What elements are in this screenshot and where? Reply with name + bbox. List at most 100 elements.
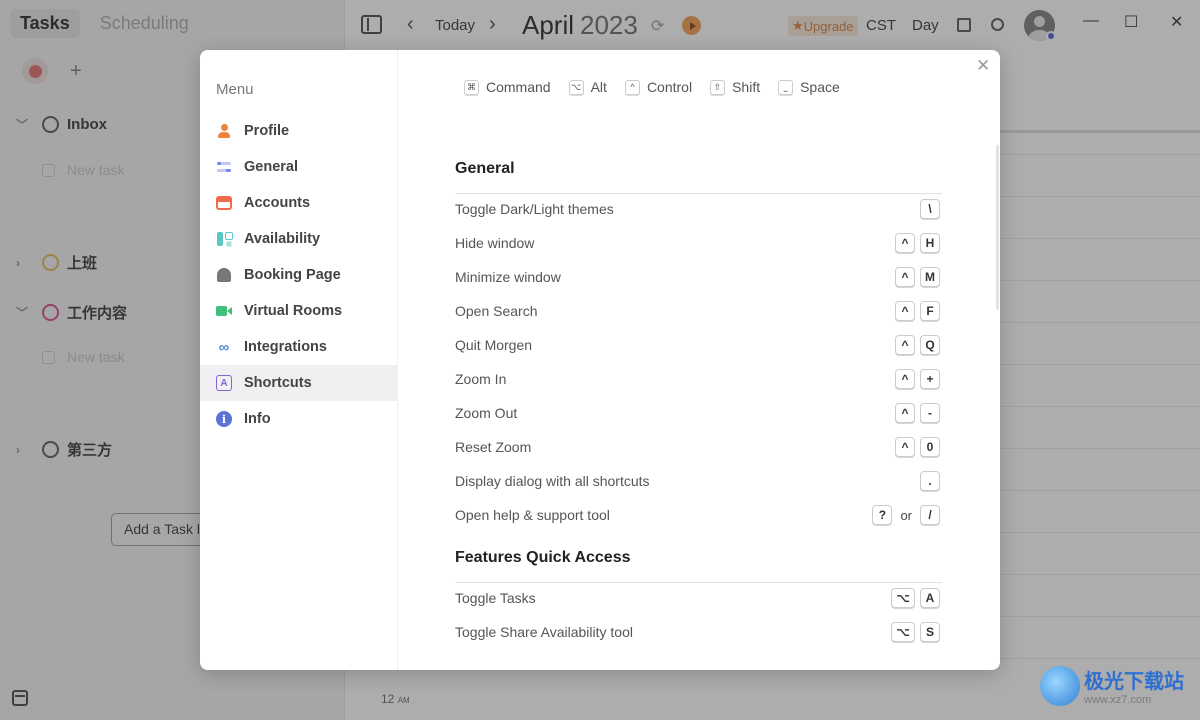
shortcut-row: Toggle Share Availability tool ⌥ S [455,620,940,644]
shortcut-keys: ⌥ A [891,588,940,608]
settings-menu: Menu Profile General Accounts Availabili… [200,50,398,670]
legend-label: Space [800,79,840,95]
shortcut-row: Hide window ^ H [455,231,940,255]
menu-item-label: Shortcuts [244,375,312,391]
shortcut-label: Toggle Tasks [455,590,536,606]
key-cap: ^ [895,301,915,321]
shortcut-row: Reset Zoom ^ 0 [455,435,940,459]
shortcut-label: Open Search [455,303,538,319]
key-cap: \ [920,199,940,219]
or-separator: or [900,507,912,523]
menu-item-label: Integrations [244,339,327,355]
watermark-logo-icon [1040,665,1080,706]
menu-item-integrations[interactable]: ∞ Integrations [200,329,398,365]
shortcut-keys: ^ - [895,403,940,423]
shortcut-label: Minimize window [455,269,561,285]
shortcut-keys: ^ M [895,267,940,287]
space-key-icon: ⎵ [778,79,794,95]
watermark-text: 极光下载站 www.xz7.com [1084,665,1184,706]
key-cap: M [920,267,940,287]
legend-space: ⎵ Space [778,79,840,95]
alt-key-icon: ⌥ [568,79,584,95]
integrations-icon: ∞ [218,338,230,356]
key-cap: A [920,588,940,608]
menu-item-label: Profile [244,123,290,139]
legend-alt: ⌥ Alt [568,79,607,95]
key-cap: ⌥ [891,588,915,608]
key-cap: ^ [895,267,915,287]
shortcuts-icon: A [216,375,232,391]
key-cap: S [920,622,940,642]
shortcut-row: Quit Morgen ^ Q [455,333,940,357]
shortcut-keys: ^ F [895,301,940,321]
menu-item-availability[interactable]: Availability [200,221,398,257]
section-title-general: General [455,160,942,194]
shortcut-keys: ^ + [895,369,940,389]
menu-item-general[interactable]: General [200,149,398,185]
key-cap: H [920,233,940,253]
availability-icon [216,231,233,247]
menu-item-label: General [244,159,298,175]
shortcut-label: Quit Morgen [455,337,533,353]
key-legend: ⌘ Command ⌥ Alt ^ Control ⇧ Shift ⎵ Spac… [464,79,840,95]
menu-item-label: Availability [244,231,321,247]
shortcut-row: Toggle Dark/Light themes \ [455,197,940,221]
shortcut-row: Open Search ^ F [455,299,940,323]
key-cap: - [920,403,940,423]
legend-command: ⌘ Command [464,79,551,95]
shortcut-keys: ? or / [872,505,940,525]
info-icon: i [216,411,232,427]
section-title-features: Features Quick Access [455,549,942,583]
virtual-rooms-icon [216,303,232,319]
menu-item-profile[interactable]: Profile [200,113,398,149]
menu-item-booking-page[interactable]: Booking Page [200,257,398,293]
watermark-url: www.xz7.com [1084,694,1152,706]
key-cap: ^ [895,437,915,457]
key-cap: + [920,369,940,389]
shift-key-icon: ⇧ [710,79,726,95]
shortcut-row: Zoom Out ^ - [455,401,940,425]
legend-shift: ⇧ Shift [710,79,760,95]
key-cap: ^ [895,335,915,355]
key-cap: ⌥ [891,622,915,642]
menu-item-info[interactable]: i Info [200,401,398,437]
shortcut-label: Toggle Share Availability tool [455,624,633,640]
key-cap: ^ [895,369,915,389]
shortcut-label: Open help & support tool [455,507,610,523]
booking-page-icon [216,267,232,283]
menu-title: Menu [216,81,254,98]
menu-item-shortcuts[interactable]: A Shortcuts [200,365,398,401]
legend-label: Control [646,79,693,95]
key-cap: ? [872,505,893,525]
shortcut-keys: . [920,471,940,491]
menu-item-accounts[interactable]: Accounts [200,185,398,221]
menu-item-virtual-rooms[interactable]: Virtual Rooms [200,293,398,329]
control-key-icon: ^ [624,79,640,95]
shortcut-keys: ^ Q [895,335,940,355]
legend-control: ^ Control [624,79,693,95]
key-cap: 0 [920,437,940,457]
shortcut-row: Display dialog with all shortcuts . [455,469,940,493]
menu-item-label: Booking Page [244,267,341,283]
command-key-icon: ⌘ [464,79,479,95]
shortcut-label: Display dialog with all shortcuts [455,473,650,489]
key-cap: F [920,301,940,321]
shortcut-label: Hide window [455,235,535,251]
shortcut-row: Open help & support tool ? or / [455,503,940,527]
shortcut-label: Zoom In [455,371,507,387]
general-icon [216,159,232,175]
legend-label: Alt [590,79,607,95]
key-cap: ^ [895,403,915,423]
shortcut-row: Zoom In ^ + [455,367,940,391]
shortcut-label: Zoom Out [455,405,518,421]
legend-label: Shift [732,79,761,95]
scrollbar[interactable] [996,145,999,310]
close-icon[interactable]: ✕ [976,56,990,76]
key-cap: . [920,471,940,491]
shortcut-label: Toggle Dark/Light themes [455,201,614,217]
shortcut-row: Minimize window ^ M [455,265,940,289]
shortcut-keys: ⌥ S [891,622,940,642]
watermark: 极光下载站 www.xz7.com [1040,665,1184,706]
accounts-icon [216,196,232,210]
key-cap: ^ [895,233,915,253]
